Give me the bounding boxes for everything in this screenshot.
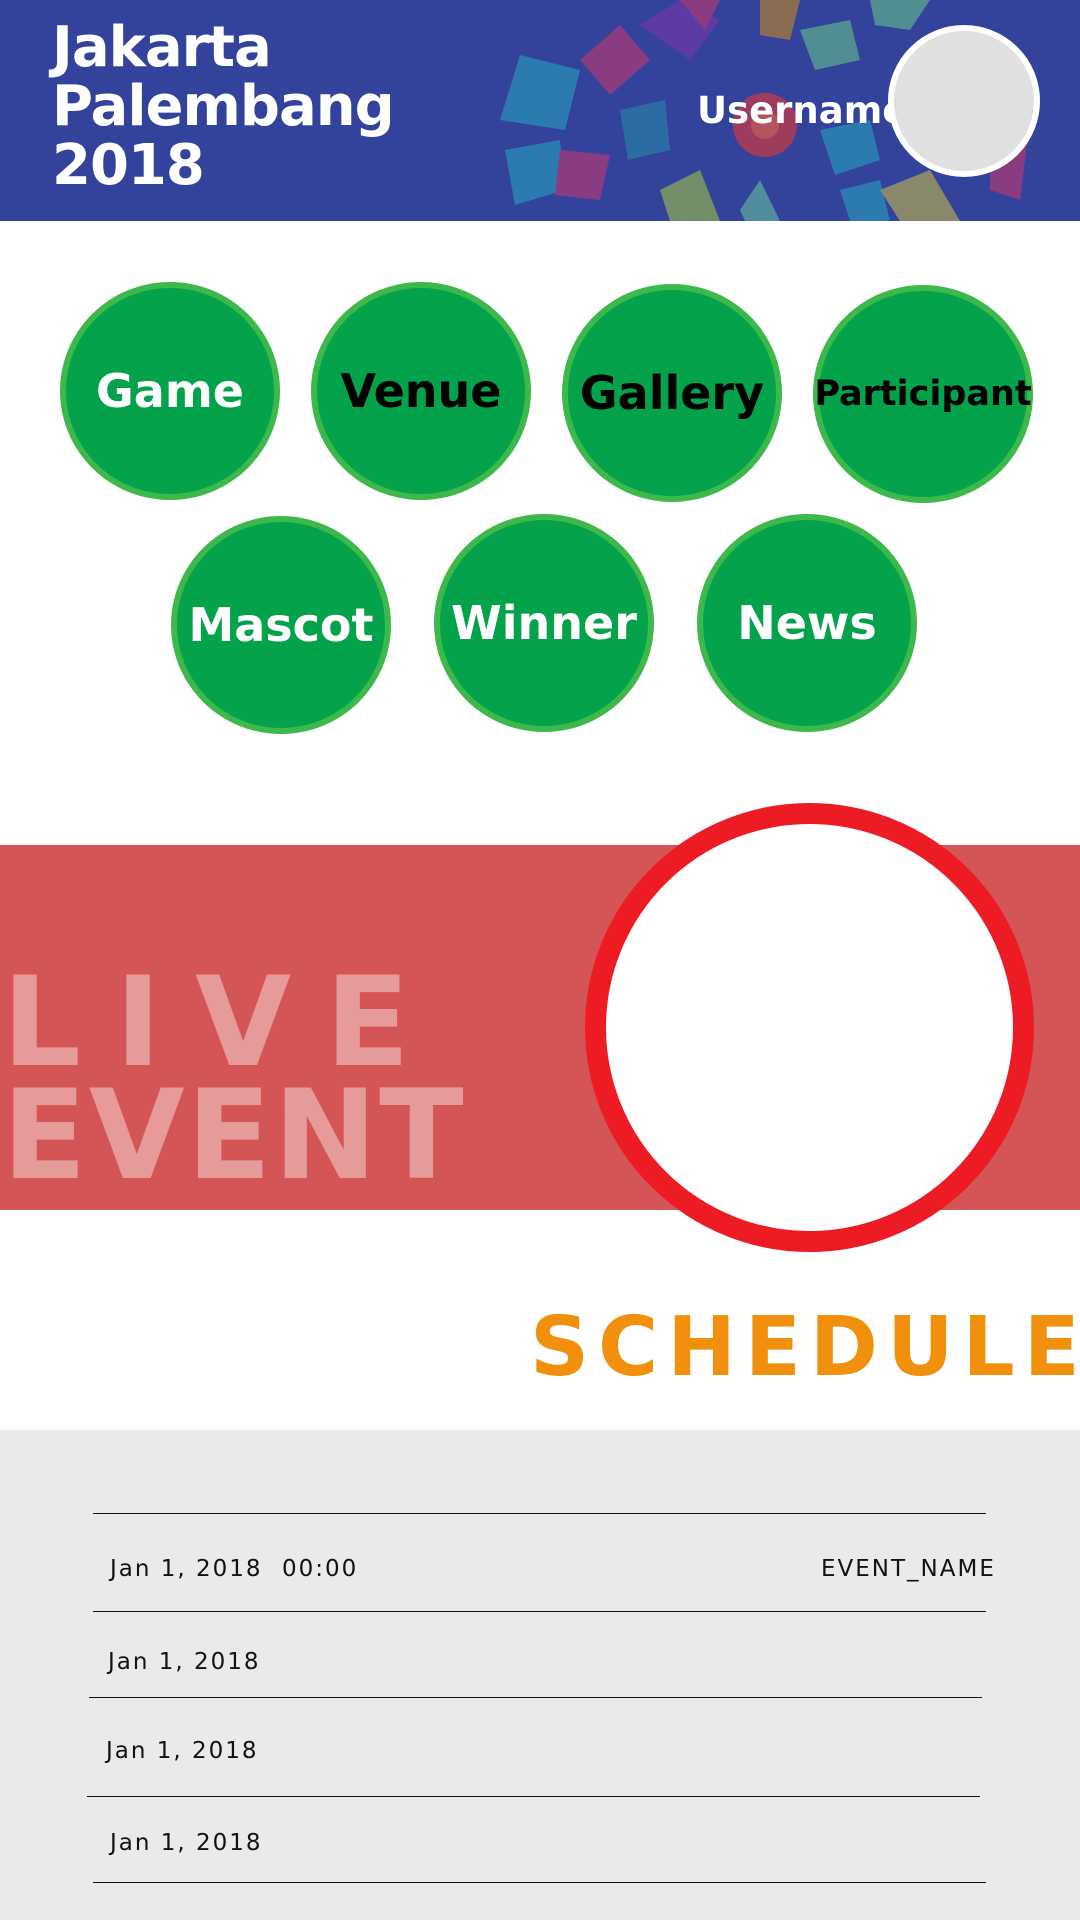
games-logo-text: Jakarta Palembang 2018 [52, 15, 395, 198]
row-divider [89, 1697, 982, 1698]
winner-label: Winner [451, 596, 637, 650]
avatar[interactable] [888, 25, 1040, 177]
game-label: Game [96, 364, 244, 418]
logo-line-2: Palembang [52, 74, 395, 139]
schedule-date: Jan 1, 2018 [106, 1738, 259, 1764]
winner-button[interactable]: Winner [434, 514, 654, 732]
mascot-button[interactable]: Mascot [171, 516, 391, 734]
mascot-label: Mascot [188, 598, 374, 652]
username-label[interactable]: Username [697, 86, 907, 136]
gallery-button[interactable]: Gallery [562, 284, 782, 502]
event-heading: EVENT [2, 1064, 466, 1208]
schedule-date: Jan 1, 2018 [110, 1556, 263, 1582]
venue-label: Venue [340, 364, 502, 418]
logo-line-1: Jakarta [52, 15, 272, 80]
live-heading: LIVE [2, 951, 444, 1095]
venue-button[interactable]: Venue [311, 282, 531, 500]
schedule-date: Jan 1, 2018 [110, 1830, 263, 1856]
row-divider [93, 1882, 986, 1883]
logo-line-3: 2018 [52, 133, 205, 198]
participant-label: Participant [814, 374, 1032, 414]
row-divider [93, 1611, 986, 1612]
game-button[interactable]: Game [60, 282, 280, 500]
participant-button[interactable]: Participant [813, 285, 1033, 503]
schedule-event-name: EVENT_NAME [821, 1556, 996, 1582]
news-button[interactable]: News [697, 514, 917, 732]
row-divider [87, 1796, 980, 1797]
news-label: News [737, 596, 877, 650]
live-event-player[interactable] [585, 803, 1034, 1252]
gallery-label: Gallery [579, 366, 765, 420]
app-header: Jakarta Palembang 2018 Username [0, 0, 1080, 221]
row-divider [93, 1513, 986, 1514]
schedule-date: Jan 1, 2018 [108, 1649, 261, 1675]
schedule-title: SCHEDULE [530, 1300, 1080, 1395]
schedule-time: 00:00 [282, 1556, 359, 1582]
